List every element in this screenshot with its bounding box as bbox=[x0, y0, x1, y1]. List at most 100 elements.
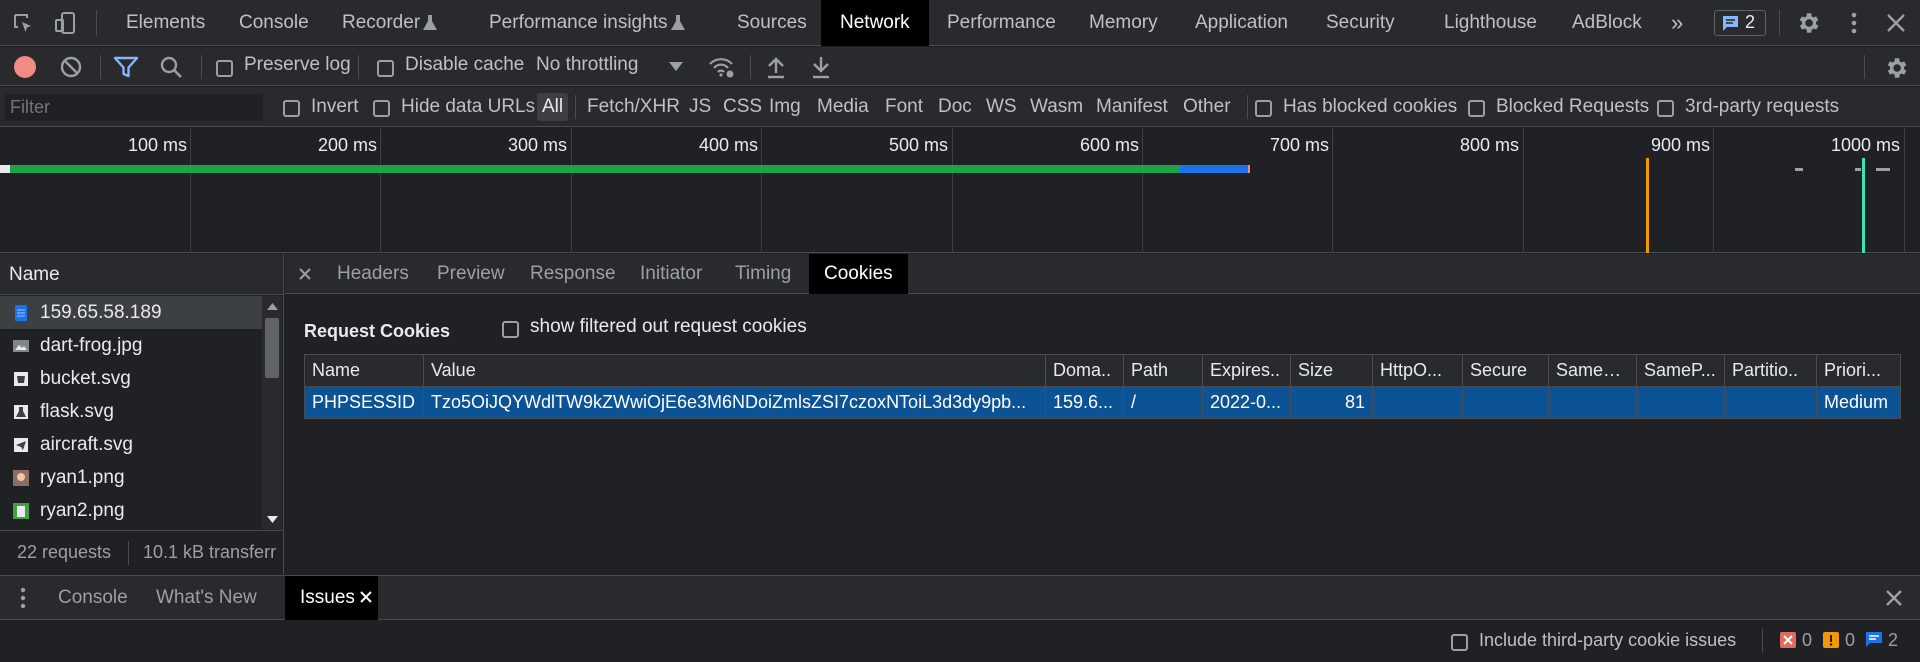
show-filtered-checkbox[interactable] bbox=[502, 319, 519, 341]
request-row[interactable]: aircraft.svg bbox=[0, 428, 262, 461]
col-secure[interactable]: Secure bbox=[1462, 354, 1549, 387]
col-name[interactable]: Name bbox=[304, 354, 424, 387]
preserve-log-checkbox[interactable] bbox=[216, 58, 233, 80]
error-icon bbox=[1780, 632, 1796, 648]
type-filter-css[interactable]: CSS bbox=[723, 87, 762, 127]
disable-cache-checkbox[interactable] bbox=[377, 58, 394, 80]
export-har-download-icon[interactable] bbox=[810, 55, 832, 79]
col-partition-key[interactable]: Partitio.. bbox=[1724, 354, 1817, 387]
request-row[interactable]: ryan2.png bbox=[0, 494, 262, 527]
include-third-party-checkbox[interactable] bbox=[1451, 632, 1468, 654]
close-drawer-icon[interactable] bbox=[1885, 589, 1903, 607]
close-details-icon[interactable] bbox=[298, 267, 312, 281]
request-bar bbox=[1855, 168, 1861, 171]
import-har-upload-icon[interactable] bbox=[765, 55, 787, 79]
scrollbar-thumb[interactable] bbox=[265, 318, 279, 378]
tab-performance[interactable]: Performance bbox=[947, 0, 1056, 46]
request-row[interactable]: flask.svg bbox=[0, 395, 262, 428]
type-filter-font[interactable]: Font bbox=[885, 87, 923, 127]
col-httponly[interactable]: HttpO... bbox=[1372, 354, 1463, 387]
tab-console[interactable]: Console bbox=[239, 0, 309, 46]
tab-application[interactable]: Application bbox=[1195, 0, 1288, 46]
type-filter-manifest[interactable]: Manifest bbox=[1096, 87, 1168, 127]
request-row[interactable]: dart-frog.jpg bbox=[0, 329, 262, 362]
tab-headers[interactable]: Headers bbox=[337, 254, 409, 294]
tick-label: 600 ms bbox=[1079, 135, 1139, 155]
network-overview-timeline[interactable]: 100 ms 200 ms 300 ms 400 ms 500 ms 600 m… bbox=[0, 128, 1920, 253]
more-options-icon[interactable] bbox=[1842, 10, 1866, 36]
type-filter-js[interactable]: JS bbox=[689, 87, 711, 127]
tab-recorder[interactable]: Recorder bbox=[342, 0, 420, 46]
drawer-tab-console[interactable]: Console bbox=[58, 576, 128, 620]
network-conditions-wifi-icon[interactable] bbox=[707, 55, 735, 79]
col-expires[interactable]: Expires.. bbox=[1202, 354, 1291, 387]
cookie-row[interactable]: PHPSESSID Tzo5OiJQYWdlTW9kZWwiOjE6e3M6ND… bbox=[304, 386, 1901, 419]
tab-elements[interactable]: Elements bbox=[126, 0, 205, 46]
type-filter-media[interactable]: Media bbox=[817, 87, 869, 127]
blocked-requests-checkbox[interactable] bbox=[1468, 98, 1485, 120]
col-domain[interactable]: Doma.. bbox=[1045, 354, 1124, 387]
close-devtools-icon[interactable] bbox=[1885, 12, 1907, 34]
more-tabs-chevron-icon[interactable]: » bbox=[1671, 0, 1683, 46]
invert-checkbox[interactable] bbox=[283, 98, 300, 120]
type-filter-other[interactable]: Other bbox=[1183, 87, 1231, 127]
type-filter-doc[interactable]: Doc bbox=[938, 87, 972, 127]
clear-icon[interactable] bbox=[59, 55, 83, 79]
request-row[interactable]: 159.65.58.189 bbox=[0, 296, 262, 329]
type-filter-wasm[interactable]: Wasm bbox=[1030, 87, 1083, 127]
cookies-table: Name Value Doma.. Path Expires.. Size Ht… bbox=[304, 354, 1901, 419]
settings-gear-icon[interactable] bbox=[1795, 10, 1821, 36]
type-filter-all[interactable]: All bbox=[537, 93, 569, 121]
request-row[interactable]: bucket.svg bbox=[0, 362, 262, 395]
throttling-select[interactable]: No throttling bbox=[536, 54, 638, 76]
has-blocked-cookies-checkbox[interactable] bbox=[1255, 98, 1272, 120]
inspect-element-icon[interactable] bbox=[12, 12, 36, 36]
hide-data-urls-checkbox[interactable] bbox=[373, 98, 390, 120]
tab-cookies[interactable]: Cookies bbox=[809, 254, 908, 294]
drawer-tab-issues[interactable]: Issues bbox=[285, 576, 378, 620]
tab-adblock[interactable]: AdBlock bbox=[1572, 0, 1642, 46]
col-path[interactable]: Path bbox=[1123, 354, 1203, 387]
tab-initiator[interactable]: Initiator bbox=[640, 254, 702, 294]
search-icon[interactable] bbox=[159, 55, 183, 79]
col-value[interactable]: Value bbox=[423, 354, 1046, 387]
tab-preview[interactable]: Preview bbox=[437, 254, 505, 294]
network-settings-gear-icon[interactable] bbox=[1883, 55, 1909, 81]
scroll-down-arrow-icon[interactable] bbox=[267, 516, 278, 523]
filter-funnel-icon[interactable] bbox=[113, 55, 139, 79]
tab-response[interactable]: Response bbox=[530, 254, 616, 294]
tab-performance-insights[interactable]: Performance insights bbox=[489, 0, 667, 46]
tab-timing[interactable]: Timing bbox=[735, 254, 791, 294]
request-row[interactable]: ryan1.png bbox=[0, 461, 262, 494]
column-header[interactable]: Name bbox=[0, 254, 283, 295]
tab-network[interactable]: Network bbox=[821, 0, 929, 46]
filter-input[interactable] bbox=[5, 94, 263, 121]
request-list-scrollbar[interactable] bbox=[262, 296, 282, 529]
close-tab-icon[interactable] bbox=[360, 591, 372, 603]
request-name: ryan1.png bbox=[40, 467, 125, 488]
tab-security[interactable]: Security bbox=[1326, 0, 1395, 46]
type-filter-ws[interactable]: WS bbox=[986, 87, 1017, 127]
type-filter-img[interactable]: Img bbox=[769, 87, 801, 127]
col-priority[interactable]: Priori... bbox=[1816, 354, 1901, 387]
device-toolbar-icon[interactable] bbox=[54, 11, 78, 35]
record-button[interactable] bbox=[14, 56, 36, 78]
drawer-tab-whats-new[interactable]: What's New bbox=[156, 576, 257, 620]
request-name: 159.65.58.189 bbox=[40, 302, 162, 323]
col-size[interactable]: Size bbox=[1290, 354, 1373, 387]
request-bar bbox=[1180, 165, 1248, 173]
type-filter-fetch-xhr[interactable]: Fetch/XHR bbox=[587, 87, 680, 127]
tab-memory[interactable]: Memory bbox=[1089, 0, 1158, 46]
col-sameparty[interactable]: SameP... bbox=[1636, 354, 1725, 387]
tab-sources[interactable]: Sources bbox=[737, 0, 807, 46]
issues-counter[interactable]: 2 bbox=[1714, 10, 1766, 36]
drawer-menu-icon[interactable] bbox=[19, 586, 27, 610]
request-count: 22 requests bbox=[17, 542, 112, 562]
tick-label: 300 ms bbox=[507, 135, 567, 155]
cookies-header-row: Name Value Doma.. Path Expires.. Size Ht… bbox=[304, 354, 1901, 387]
tab-lighthouse[interactable]: Lighthouse bbox=[1444, 0, 1537, 46]
scroll-up-arrow-icon[interactable] bbox=[267, 303, 278, 310]
third-party-checkbox[interactable] bbox=[1657, 98, 1674, 120]
request-name: dart-frog.jpg bbox=[40, 335, 143, 356]
col-samesite[interactable]: SameS... bbox=[1548, 354, 1637, 387]
